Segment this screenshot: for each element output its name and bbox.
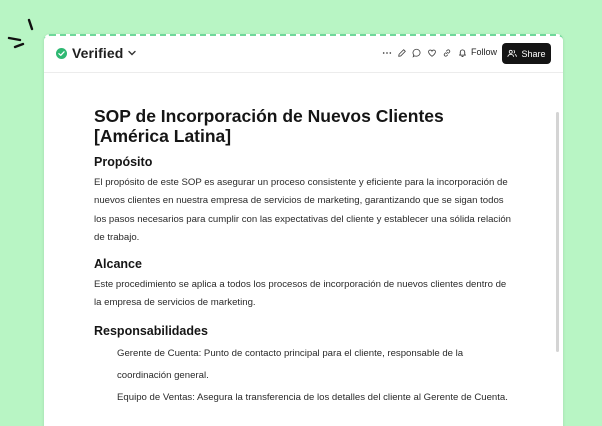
- document-body: SOP de Incorporación de Nuevos Clientes …: [94, 106, 514, 409]
- purpose-heading: Propósito: [94, 155, 153, 169]
- heart-icon[interactable]: [426, 47, 437, 58]
- check-circle-icon: [56, 47, 67, 59]
- scope-heading: Alcance: [94, 257, 142, 272]
- document-title: SOP de Incorporación de Nuevos Clientes …: [94, 106, 514, 146]
- bell-icon: [459, 48, 466, 57]
- comment-icon[interactable]: [411, 47, 422, 58]
- list-item: Gerente de Cuenta: Punto de contacto pri…: [117, 347, 464, 381]
- document-toolbar: Verified Follow Share: [44, 36, 563, 73]
- pencil-icon[interactable]: [396, 47, 407, 58]
- share-label: Share: [521, 48, 546, 59]
- document-actions: [381, 47, 452, 58]
- list-item: Equipo de Ventas: Asegura la transferenc…: [117, 391, 508, 403]
- follow-button[interactable]: Follow: [458, 47, 497, 57]
- more-dots-icon[interactable]: [381, 47, 392, 58]
- verified-label: Verified: [72, 45, 124, 61]
- chevron-down-icon: [128, 50, 137, 56]
- document-window: Verified Follow Share SOP de Incorporaci…: [44, 34, 563, 426]
- title-line-1: SOP de Incorporación de Nuevos Clientes: [94, 106, 444, 126]
- share-button[interactable]: Share: [502, 43, 551, 64]
- scope-paragraph: Este procedimiento se aplica a todos los…: [94, 279, 507, 309]
- link-icon[interactable]: [441, 47, 452, 58]
- verified-status-dropdown[interactable]: Verified: [56, 45, 137, 61]
- purpose-paragraph: El propósito de este SOP es asegurar un …: [94, 177, 512, 243]
- title-line-2: [América Latina]: [94, 126, 232, 146]
- sparkle-decoration-icon: [7, 18, 34, 49]
- follow-label: Follow: [471, 47, 498, 57]
- responsibilities-heading: Responsabilidades: [94, 323, 208, 338]
- vertical-scrollbar[interactable]: [556, 112, 559, 352]
- users-icon: [507, 49, 518, 57]
